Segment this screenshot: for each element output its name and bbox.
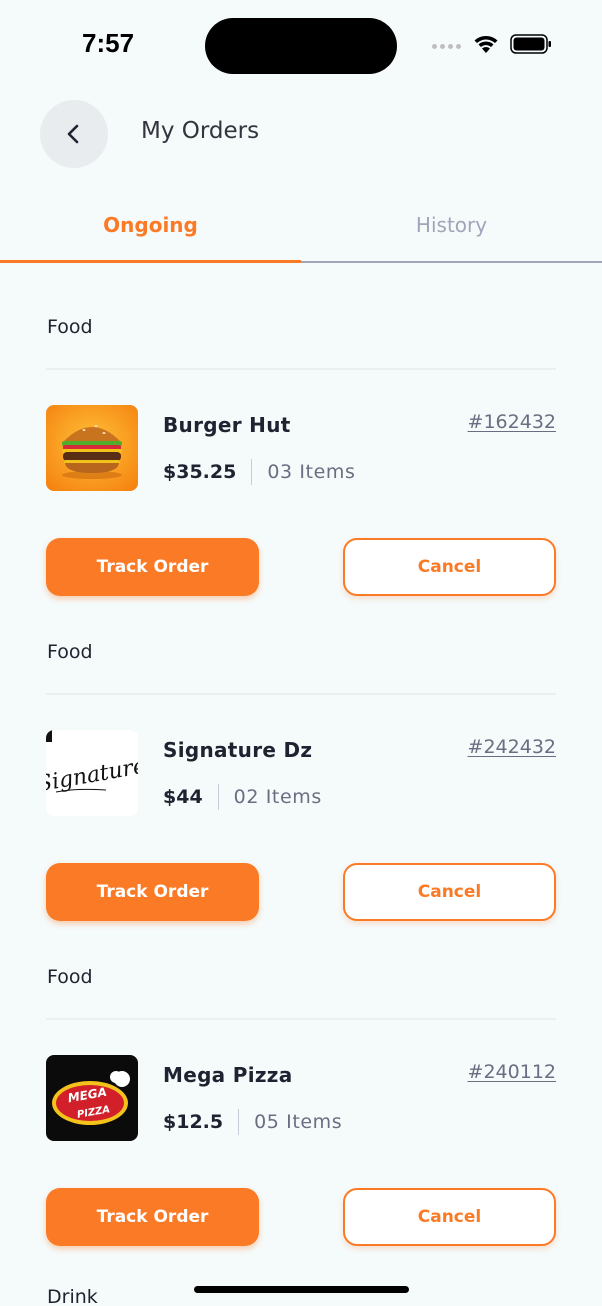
order-meta: $35.25 03 Items [163, 459, 356, 485]
divider [46, 368, 556, 370]
battery-icon [510, 34, 551, 54]
tab-history[interactable]: History [301, 190, 602, 260]
mega-pizza-logo: MEGA PIZZA [46, 1055, 138, 1141]
order-meta: $44 02 Items [163, 784, 322, 810]
order-id-link[interactable]: #242432 [468, 736, 556, 758]
burger-image [46, 405, 138, 491]
divider [46, 693, 556, 695]
order-card: Food Burger Hut #162432 $35.25 03 Items … [0, 316, 602, 641]
cancel-button[interactable]: Cancel [343, 1188, 556, 1246]
dynamic-island [205, 18, 397, 74]
signature-logo: Signature [46, 730, 138, 816]
divider [46, 1018, 556, 1020]
order-price: $12.5 [163, 1111, 224, 1133]
wifi-icon [474, 36, 498, 53]
restaurant-name: Mega Pizza [163, 1063, 293, 1087]
separator [217, 784, 219, 810]
back-button[interactable] [40, 100, 108, 168]
order-meta: $12.5 05 Items [163, 1109, 342, 1135]
order-price: $35.25 [163, 461, 237, 483]
track-order-button[interactable]: Track Order [46, 863, 259, 921]
cancel-button[interactable]: Cancel [343, 863, 556, 921]
tab-ongoing[interactable]: Ongoing [0, 190, 301, 260]
order-id-link[interactable]: #162432 [468, 411, 556, 433]
track-order-button[interactable]: Track Order [46, 538, 259, 596]
order-category: Drink [47, 1286, 98, 1306]
status-bar: 7:57 [0, 0, 602, 90]
order-card: Food MEGA PIZZA Mega Pizza #240112 $12.5… [0, 966, 602, 1291]
separator [251, 459, 253, 485]
order-card: Food Signature Signature Dz #242432 $44 … [0, 641, 602, 966]
order-price: $44 [163, 786, 203, 808]
chevron-left-icon [67, 124, 79, 144]
active-tab-indicator [0, 260, 301, 263]
order-id-link[interactable]: #240112 [468, 1061, 556, 1083]
page-title: My Orders [141, 118, 260, 144]
track-order-button[interactable]: Track Order [46, 1188, 259, 1246]
restaurant-name: Burger Hut [163, 413, 291, 437]
order-tabs: Ongoing History [0, 190, 602, 264]
status-time: 7:57 [82, 28, 135, 58]
home-indicator[interactable] [194, 1286, 409, 1293]
order-category: Food [47, 316, 93, 338]
order-item-count: 03 Items [267, 461, 356, 483]
order-category: Food [47, 966, 93, 988]
tab-divider [301, 261, 602, 263]
order-item-count: 02 Items [233, 786, 322, 808]
restaurant-name: Signature Dz [163, 738, 313, 762]
cancel-button[interactable]: Cancel [343, 538, 556, 596]
order-category: Food [47, 641, 93, 663]
cellular-signal-icon [432, 44, 461, 49]
order-item-count: 05 Items [254, 1111, 343, 1133]
separator [238, 1109, 240, 1135]
